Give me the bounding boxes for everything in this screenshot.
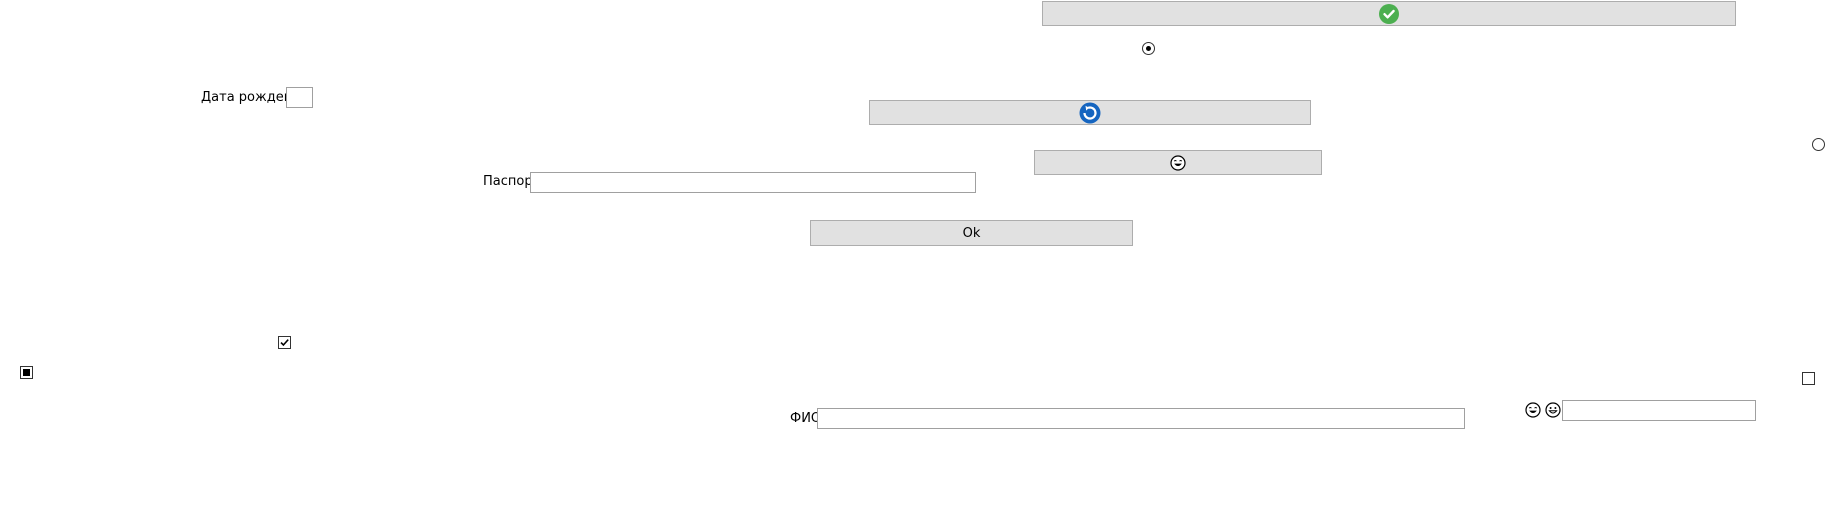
confirm-button[interactable] xyxy=(1042,1,1736,26)
upper-checkbox[interactable] xyxy=(278,336,291,349)
right-checkbox[interactable] xyxy=(1802,372,1815,385)
checkmark-icon xyxy=(280,339,289,347)
check-circle-icon xyxy=(1379,3,1399,24)
top-radio[interactable] xyxy=(1142,42,1155,55)
right-input-field[interactable] xyxy=(1562,400,1756,421)
refresh-icon xyxy=(1079,102,1101,123)
refresh-button[interactable] xyxy=(869,100,1311,125)
ok-button[interactable]: Ok xyxy=(810,220,1133,246)
right-radio[interactable] xyxy=(1812,138,1825,151)
full-name-field[interactable] xyxy=(817,408,1465,429)
grinning-face-icon xyxy=(1545,402,1561,418)
passport-field[interactable] xyxy=(530,172,976,193)
indeterminate-indicator xyxy=(23,369,30,376)
emoji-button[interactable] xyxy=(1034,150,1322,175)
laughing-face-icon xyxy=(1525,402,1541,418)
radio-dot xyxy=(1146,46,1151,51)
smiling-face-icon xyxy=(1170,154,1186,171)
birth-date-field[interactable] xyxy=(286,87,313,108)
left-checkbox[interactable] xyxy=(20,366,33,379)
